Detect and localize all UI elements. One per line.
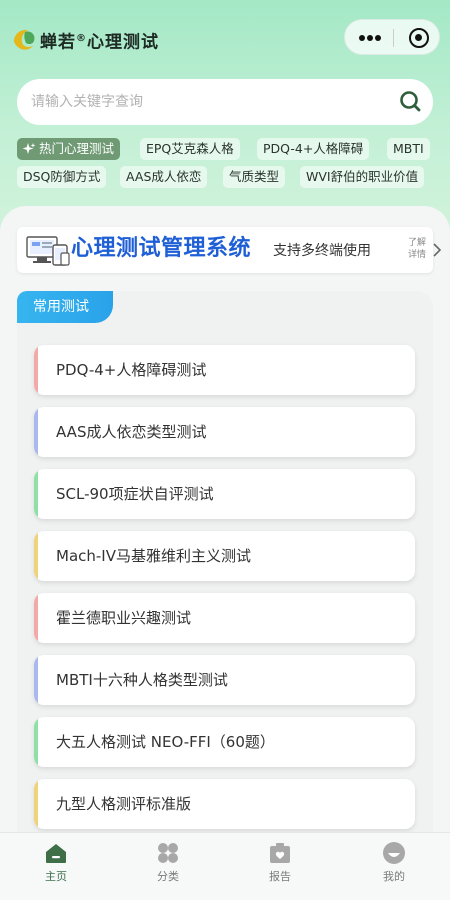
test-item-bigfive[interactable]: 大五人格测试 NEO-FFI（60题） bbox=[34, 717, 415, 767]
more-dots-icon[interactable] bbox=[359, 35, 381, 41]
test-item-scl90[interactable]: SCL-90项症状自评测试 bbox=[34, 469, 415, 519]
banner-subtitle: 支持多终端使用 bbox=[273, 243, 371, 259]
devices-illustration-icon bbox=[26, 236, 70, 266]
tag-mbti[interactable]: MBTI bbox=[387, 138, 430, 160]
title-bar: 蝉若®心理测试 bbox=[0, 0, 450, 76]
miniprogram-capsule bbox=[344, 19, 440, 55]
tab-home[interactable]: 主页 bbox=[16, 833, 96, 900]
tag-wvi[interactable]: WVI舒伯的职业价值 bbox=[300, 166, 425, 188]
bottom-tab-bar: 主页 分类 报告 我的 bbox=[0, 832, 450, 900]
app-title-name: 蝉若 bbox=[40, 32, 76, 53]
test-item-mach[interactable]: Mach-IV马基雅维利主义测试 bbox=[34, 531, 415, 581]
search-icon[interactable] bbox=[399, 90, 421, 112]
report-icon bbox=[270, 843, 290, 863]
test-item-holland[interactable]: 霍兰德职业兴趣测试 bbox=[34, 593, 415, 643]
capsule-divider bbox=[393, 29, 394, 47]
tab-report-label: 报告 bbox=[269, 870, 291, 883]
search-input[interactable] bbox=[31, 79, 391, 125]
tag-pdq[interactable]: PDQ-4+人格障碍 bbox=[257, 138, 370, 160]
tag-hot-tests[interactable]: 热门心理测试 bbox=[17, 138, 121, 160]
chevron-right-icon bbox=[433, 243, 442, 257]
leaf-logo-icon bbox=[14, 29, 35, 50]
tag-dsq[interactable]: DSQ防御方式 bbox=[17, 166, 107, 188]
tab-category-label: 分类 bbox=[157, 870, 179, 883]
banner-title: 心理测试管理系统 bbox=[71, 236, 252, 261]
target-circle-icon[interactable] bbox=[409, 28, 429, 48]
test-item-enneagram[interactable]: 九型人格测评标准版 bbox=[34, 779, 415, 829]
tab-home-label: 主页 bbox=[45, 870, 67, 883]
system-banner[interactable]: 心理测试管理系统 支持多终端使用 了解详情 bbox=[17, 227, 442, 273]
sparkle-icon bbox=[22, 143, 36, 154]
test-item-aas[interactable]: AAS成人依恋类型测试 bbox=[34, 407, 415, 457]
category-icon bbox=[158, 843, 178, 863]
tab-profile-label: 我的 bbox=[383, 870, 405, 883]
tag-epq[interactable]: EPQ艾克森人格 bbox=[140, 138, 240, 160]
tag-label: 热门心理测试 bbox=[39, 141, 115, 156]
test-item-mbti[interactable]: MBTI十六种人格类型测试 bbox=[34, 655, 415, 705]
tag-temperament[interactable]: 气质类型 bbox=[223, 166, 286, 188]
tag-aas[interactable]: AAS成人依恋 bbox=[120, 166, 208, 188]
section-title-tab: 常用测试 bbox=[17, 291, 113, 323]
app-title: 蝉若®心理测试 bbox=[40, 26, 159, 56]
profile-icon bbox=[383, 842, 405, 864]
banner-more-link[interactable]: 了解详情 bbox=[408, 237, 432, 261]
search-bar bbox=[17, 79, 433, 125]
home-icon bbox=[46, 844, 66, 863]
app-title-suffix: 心理测试 bbox=[87, 32, 159, 53]
tab-profile[interactable]: 我的 bbox=[354, 833, 434, 900]
test-item-pdq[interactable]: PDQ-4+人格障碍测试 bbox=[34, 345, 415, 395]
tab-category[interactable]: 分类 bbox=[128, 833, 208, 900]
tab-report[interactable]: 报告 bbox=[240, 833, 320, 900]
trademark-mark: ® bbox=[76, 33, 87, 44]
